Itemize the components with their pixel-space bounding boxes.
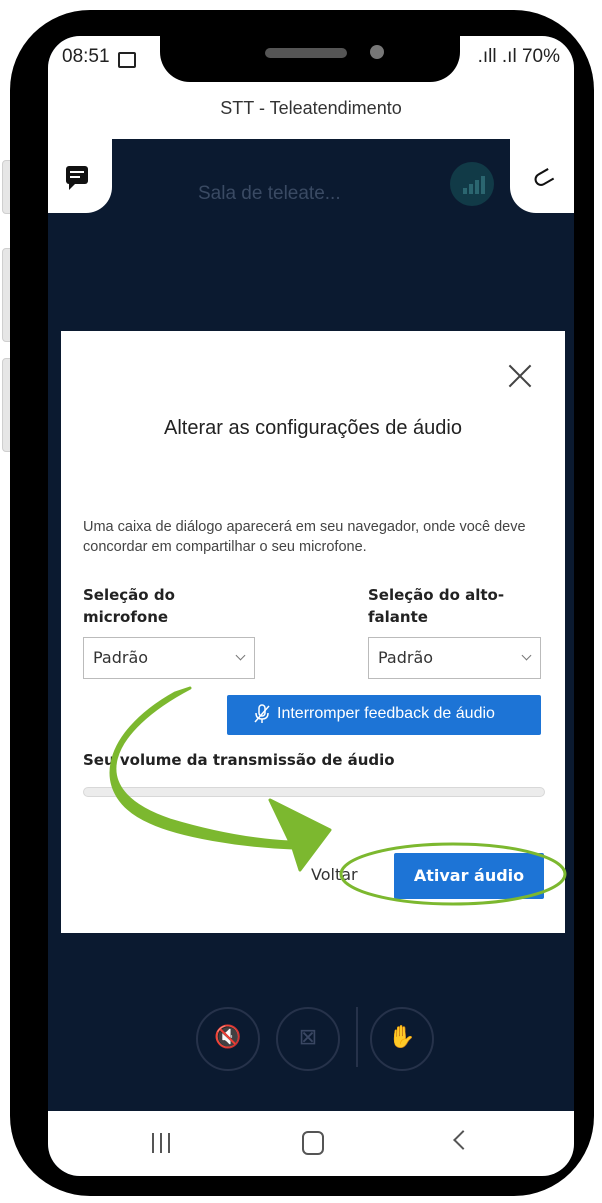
tab-bar: Sala de teleate... ⊂: [48, 139, 574, 213]
controls-divider: [356, 1007, 358, 1067]
video-toggle-button[interactable]: ⊠: [276, 1007, 340, 1071]
attachment-tab[interactable]: ⊂: [510, 139, 574, 213]
speaker-select[interactable]: Padrão: [368, 637, 541, 679]
chevron-down-icon: [235, 650, 246, 661]
camera-notch: [160, 36, 460, 82]
speaker-mute-icon: 🔇: [214, 1025, 242, 1050]
close-icon[interactable]: [505, 361, 535, 391]
activate-audio-button[interactable]: Ativar áudio: [394, 853, 544, 899]
stop-audio-feedback-button[interactable]: Interromper feedback de áudio: [227, 695, 541, 735]
android-nav-bar: [48, 1111, 574, 1176]
volume-meter: [83, 787, 545, 797]
app-title: STT - Teleatendimento: [220, 98, 402, 118]
status-indicators: .ıll .ıl 70%: [477, 46, 560, 67]
call-controls: 🔇 ⊠ ✋: [48, 999, 574, 1079]
connection-status-button[interactable]: [450, 162, 494, 206]
camera-off-icon: ⊠: [298, 1025, 318, 1050]
mic-off-icon: [254, 704, 270, 723]
mute-audio-button[interactable]: 🔇: [196, 1007, 260, 1071]
dialog-title: Alterar as configurações de áudio: [164, 417, 462, 439]
audio-settings-dialog: Alterar as configurações de áudio Uma ca…: [61, 331, 565, 933]
paperclip-icon: ⊂: [523, 157, 561, 198]
chat-tab[interactable]: [48, 139, 112, 213]
app-title-bar: STT - Teleatendimento: [48, 84, 574, 139]
room-title: Sala de teleate...: [198, 183, 341, 204]
back-button[interactable]: Voltar: [311, 865, 358, 884]
phone-screen: 08:51 .ıll .ıl 70% STT - Teleatendimento…: [48, 36, 574, 1176]
status-time: 08:51: [62, 46, 110, 67]
microphone-label: Seleção do microfone: [83, 586, 175, 626]
gallery-icon: [118, 52, 136, 68]
chevron-down-icon: [521, 650, 532, 661]
microphone-select[interactable]: Padrão: [83, 637, 255, 679]
recent-apps-button[interactable]: [152, 1133, 174, 1153]
chat-icon: [66, 166, 88, 190]
volume-label: Seu volume da transmissão de áudio: [83, 751, 395, 769]
raise-hand-button[interactable]: ✋: [370, 1007, 434, 1071]
earpiece: [265, 48, 347, 58]
back-nav-button[interactable]: [453, 1130, 473, 1150]
dialog-description: Uma caixa de diálogo aparecerá em seu na…: [83, 519, 526, 555]
status-bar: 08:51 .ıll .ıl 70%: [48, 36, 574, 84]
raise-hand-icon: ✋: [388, 1025, 416, 1050]
home-button[interactable]: [302, 1131, 324, 1155]
front-camera: [370, 45, 384, 59]
signal-icon: [463, 188, 467, 194]
speaker-label: Seleção do alto- falante: [368, 586, 505, 626]
